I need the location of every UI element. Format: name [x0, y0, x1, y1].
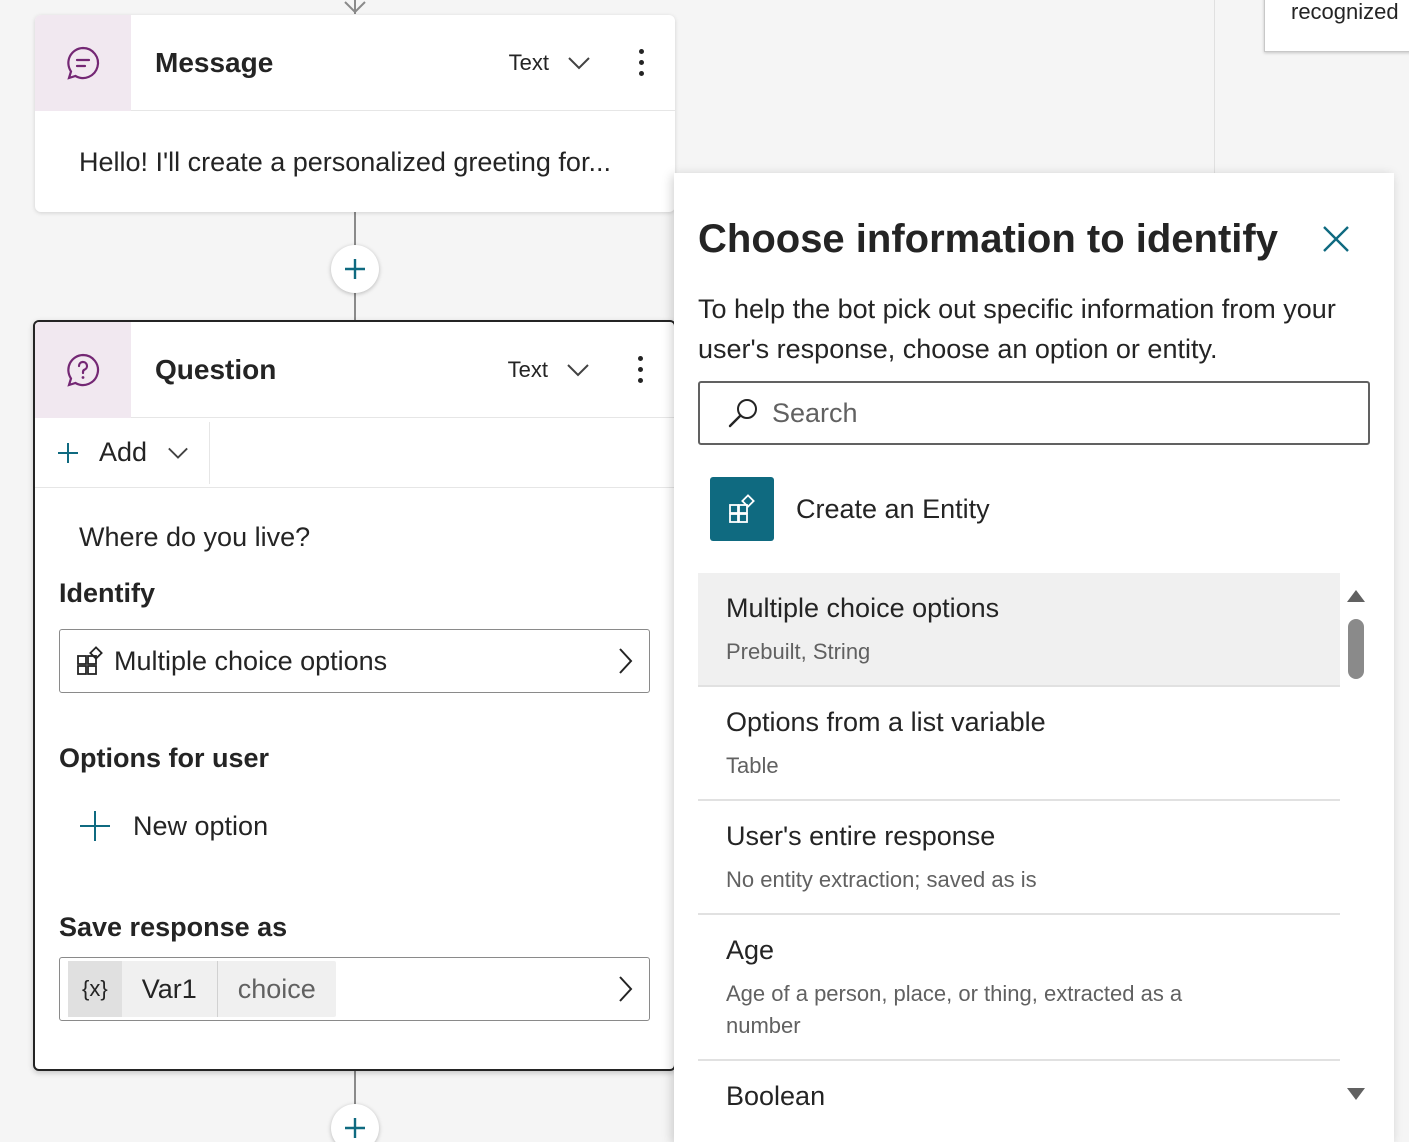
identify-value: Multiple choice options	[114, 645, 388, 676]
question-toolbar: Add	[35, 418, 674, 488]
create-entity-label: Create an Entity	[796, 493, 990, 524]
add-button-label: Add	[99, 437, 148, 467]
panel-title: Choose information to identify	[698, 217, 1278, 261]
new-option-button[interactable]: New option	[35, 796, 674, 856]
chevron-down-icon	[568, 56, 590, 69]
plus-icon	[58, 442, 78, 463]
add-button[interactable]: Add	[35, 421, 210, 484]
list-item[interactable]: User's entire response No entity extract…	[698, 801, 1340, 915]
chevron-down-icon	[168, 447, 188, 459]
arrow-down-icon	[344, 1, 366, 14]
option-detail: Age of a person, place, or thing, extrac…	[726, 981, 1183, 1038]
message-type-label: Text	[508, 49, 549, 75]
scrollbar[interactable]	[1344, 585, 1368, 1107]
create-entity-button[interactable]: Create an Entity	[710, 477, 990, 541]
more-options-icon[interactable]	[621, 49, 661, 76]
search-input[interactable]: Search	[698, 381, 1370, 445]
scroll-up-icon[interactable]	[1346, 589, 1366, 603]
list-item[interactable]: Age Age of a person, place, or thing, ex…	[698, 915, 1340, 1061]
search-icon	[728, 399, 757, 428]
variable-type: choice	[237, 973, 316, 1004]
entity-icon	[77, 646, 103, 675]
list-item[interactable]: Options from a list variable Table	[698, 687, 1340, 801]
variable-icon: {x}	[68, 961, 122, 1017]
question-text[interactable]: Where do you live?	[35, 488, 674, 578]
plus-icon	[345, 259, 365, 279]
panel-description: To help the bot pick out specific inform…	[698, 294, 1336, 364]
add-node-button-bottom[interactable]	[331, 1104, 379, 1142]
message-node[interactable]: Message Text Hello! I'll create a person…	[35, 15, 675, 212]
identify-selector[interactable]: Multiple choice options	[59, 629, 650, 693]
message-body-text[interactable]: Hello! I'll create a personalized greeti…	[35, 111, 675, 212]
save-response-label: Save response as	[59, 912, 288, 942]
question-node-title: Question	[155, 353, 277, 385]
option-detail: Prebuilt, String	[726, 639, 871, 664]
canvas-divider	[1214, 0, 1215, 173]
option-name: Age	[726, 935, 775, 965]
variable-name: Var1	[122, 961, 218, 1017]
new-option-label: New option	[133, 810, 269, 841]
chat-bubble-icon	[67, 46, 100, 80]
option-name: User's entire response	[726, 821, 996, 851]
plus-icon	[80, 811, 110, 841]
search-placeholder: Search	[772, 397, 858, 428]
option-name: Boolean	[726, 1081, 826, 1111]
entity-icon	[710, 477, 774, 541]
choose-information-panel: Choose information to identify To help t…	[674, 173, 1394, 1142]
scrollbar-thumb[interactable]	[1348, 619, 1364, 679]
scroll-down-icon[interactable]	[1346, 1087, 1366, 1101]
question-node[interactable]: Question Text Add Where do you live? Ide…	[33, 320, 676, 1071]
close-icon[interactable]	[1318, 221, 1354, 257]
chevron-right-icon	[619, 648, 633, 674]
chevron-right-icon	[619, 976, 633, 1002]
option-detail: Table	[726, 753, 779, 778]
more-options-icon[interactable]	[620, 356, 660, 383]
entity-option-list: Multiple choice options Prebuilt, String…	[698, 573, 1340, 1142]
question-node-header: Question Text	[35, 322, 674, 418]
question-bubble-icon	[67, 353, 100, 387]
question-icon-box	[35, 322, 131, 418]
variable-chip[interactable]: {x} Var1 choice	[68, 961, 336, 1017]
partial-node[interactable]: recognized	[1264, 0, 1409, 52]
options-for-user-label: Options for user	[59, 743, 270, 773]
partial-node-text: recognized	[1291, 0, 1399, 24]
message-node-header: Message Text	[35, 15, 675, 111]
question-type-dropdown[interactable]: Text	[508, 357, 590, 383]
option-detail: No entity extraction; saved as is	[726, 867, 1037, 892]
save-response-selector[interactable]: {x} Var1 choice	[59, 957, 650, 1021]
list-item[interactable]: Boolean	[698, 1061, 1340, 1142]
chevron-down-icon	[567, 363, 589, 376]
message-type-dropdown[interactable]: Text	[509, 50, 591, 76]
option-name: Options from a list variable	[726, 707, 1046, 737]
message-icon-box	[35, 15, 131, 111]
list-item[interactable]: Multiple choice options Prebuilt, String	[698, 573, 1340, 687]
message-node-title: Message	[155, 46, 274, 78]
question-type-label: Text	[507, 356, 548, 382]
add-node-button[interactable]	[331, 245, 379, 293]
option-name: Multiple choice options	[726, 593, 1000, 623]
identify-label: Identify	[59, 578, 156, 608]
plus-icon	[345, 1118, 365, 1138]
